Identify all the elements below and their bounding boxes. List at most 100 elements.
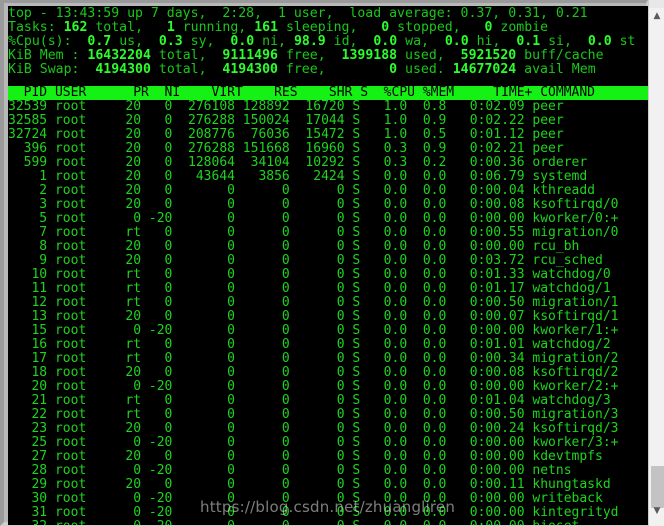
- cpu-hi-label: hi,: [468, 34, 501, 49]
- table-row-text: 32539 root 20 0 276108 128892 16720 S 1.…: [8, 99, 564, 114]
- tasks-running: 1: [166, 20, 175, 35]
- swap-avail: 14677024: [452, 62, 517, 77]
- tasks-sleeping-label: sleeping,: [278, 20, 358, 35]
- table-row[interactable]: 18 root 20 0 0 0 0 S 0.0 0.0 0:00.08 kso…: [8, 366, 618, 380]
- tasks-total: 162: [63, 20, 88, 35]
- table-row[interactable]: 396 root 20 0 276288 151668 16960 S 0.3 …: [8, 142, 564, 156]
- sp9: [357, 34, 373, 49]
- table-row[interactable]: 20 root 0 -20 0 0 0 S 0.0 0.0 0:00.00 kw…: [8, 380, 618, 394]
- table-row-text: 22 root rt 0 0 0 0 S 0.0 0.0 0:00.50 mig…: [8, 407, 619, 422]
- table-row-text: 10 root rt 0 0 0 0 S 0.0 0.0 0:01.33 wat…: [8, 267, 611, 282]
- tasks-total-label: total,: [87, 20, 143, 35]
- tasks-running-label: running,: [174, 20, 247, 35]
- sp3: [357, 20, 381, 35]
- vertical-scrollbar[interactable]: ▲ ▼: [648, 0, 664, 526]
- table-row-text: 20 root 0 -20 0 0 0 S 0.0 0.0 0:00.00 kw…: [8, 379, 619, 394]
- sp11: [500, 34, 516, 49]
- table-row[interactable]: 2 root 20 0 0 0 0 S 0.0 0.0 0:00.04 kthr…: [8, 184, 595, 198]
- swap-used-label: used.: [397, 62, 445, 77]
- table-row[interactable]: 32539 root 20 0 276108 128892 16720 S 1.…: [8, 100, 564, 114]
- table-row[interactable]: 8 root 20 0 0 0 0 S 0.0 0.0 0:00.00 rcu_…: [8, 240, 579, 254]
- table-row[interactable]: 5 root 0 -20 0 0 0 S 0.0 0.0 0:00.00 kwo…: [8, 212, 618, 226]
- sp2: [246, 20, 254, 35]
- terminal-output-area[interactable]: top - 13:43:59 up 7 days, 2:28, 1 user, …: [8, 6, 648, 525]
- swap-label: KiB Swap:: [8, 62, 80, 77]
- table-row[interactable]: 30 root 0 -20 0 0 0 S 0.0 0.0 0:00.00 wr…: [8, 491, 603, 506]
- mem-free-label: free,: [278, 48, 326, 63]
- table-row[interactable]: 27 root 20 0 0 0 0 S 0.0 0.0 0:00.00 kde…: [8, 449, 603, 464]
- sp4: [461, 20, 485, 35]
- terminal-window-frame: top - 13:43:59 up 7 days, 2:28, 1 user, …: [0, 0, 648, 526]
- table-row[interactable]: 32585 root 20 0 276288 150024 17044 S 1.…: [8, 114, 564, 128]
- mem-used: 1399188: [341, 48, 398, 63]
- top-summary-line-swap: KiB Swap: 4194300 total, 4194300 free, 0…: [8, 63, 596, 77]
- table-row[interactable]: 25 root 0 -20 0 0 0 S 0.0 0.0 0:00.00 kw…: [8, 436, 618, 450]
- table-row-text: 30 root 0 -20 0 0 0 S 0.0 0.0 0:00.00 wr…: [8, 491, 603, 506]
- scrollbar-thumb[interactable]: [651, 466, 664, 508]
- table-row[interactable]: 31 root 0 -20 0 0 0 S 0.0 0.0 0:00.00 ki…: [8, 506, 618, 520]
- cpu-si: 0.1: [516, 34, 541, 49]
- table-row[interactable]: 599 root 20 0 128064 34104 10292 S 0.3 0…: [8, 156, 588, 170]
- tasks-stopped-label: stopped,: [389, 20, 461, 35]
- process-table-header[interactable]: PID USER PR NI VIRT RES SHR S %CPU %MEM …: [8, 86, 648, 100]
- mem-buff-label: buff/cache: [516, 48, 604, 63]
- sp7: [215, 34, 231, 49]
- table-row-text: 17 root rt 0 0 0 0 S 0.0 0.0 0:00.34 mig…: [8, 351, 619, 366]
- table-row-text: 32 root 0 -20 0 0 0 S 0.0 0.0 0:00.00 bi…: [8, 519, 579, 526]
- swap-free: 4194300: [222, 62, 278, 77]
- sp19: [326, 62, 390, 77]
- table-row-text: 21 root rt 0 0 0 0 S 0.0 0.0 0:01.04 wat…: [8, 393, 611, 408]
- table-row[interactable]: 21 root rt 0 0 0 0 S 0.0 0.0 0:01.04 wat…: [8, 393, 611, 408]
- swap-free-label: free,: [277, 62, 326, 77]
- table-row-text: 13 root 20 0 0 0 0 S 0.0 0.0 0:00.07 kso…: [8, 309, 619, 324]
- cpu-us-label: us,: [111, 34, 144, 49]
- mem-label: KiB Mem :: [8, 48, 80, 63]
- table-row[interactable]: 28 root 0 -20 0 0 0 S 0.0 0.0 0:00.00 ne…: [8, 464, 571, 478]
- table-row[interactable]: 7 root rt 0 0 0 0 S 0.0 0.0 0:00.55 migr…: [8, 226, 618, 240]
- table-row[interactable]: 29 root 20 0 0 0 0 S 0.0 0.0 0:00.11 khu…: [8, 477, 611, 492]
- top-summary-line-cpu: %Cpu(s): 0.7 us, 0.3 sy, 0.0 ni, 98.9 id…: [8, 35, 635, 49]
- table-row-text: 25 root 0 -20 0 0 0 S 0.0 0.0 0:00.00 kw…: [8, 435, 619, 450]
- top-summary-line-uptime: top - 13:43:59 up 7 days, 2:28, 1 user, …: [8, 7, 588, 21]
- mem-total: 16432204: [87, 48, 151, 63]
- table-row-text: 3 root 20 0 0 0 0 S 0.0 0.0 0:00.08 ksof…: [8, 197, 619, 212]
- table-row[interactable]: 1 root 20 0 43644 3856 2424 S 0.0 0.0 0:…: [8, 170, 587, 184]
- table-row-text: 1 root 20 0 43644 3856 2424 S 0.0 0.0 0:…: [8, 169, 588, 184]
- table-row[interactable]: 16 root rt 0 0 0 0 S 0.0 0.0 0:01.01 wat…: [8, 337, 611, 352]
- table-row-text: 15 root 0 -20 0 0 0 S 0.0 0.0 0:00.00 kw…: [8, 323, 619, 338]
- tasks-label: Tasks:: [8, 20, 56, 35]
- table-row-text: 29 root 20 0 0 0 0 S 0.0 0.0 0:00.11 khu…: [8, 477, 611, 492]
- table-row-text: 7 root rt 0 0 0 0 S 0.0 0.0 0:00.55 migr…: [8, 225, 619, 240]
- table-row[interactable]: 17 root rt 0 0 0 0 S 0.0 0.0 0:00.34 mig…: [8, 352, 618, 366]
- table-row[interactable]: 11 root rt 0 0 0 0 S 0.0 0.0 0:01.17 wat…: [8, 282, 610, 296]
- table-row[interactable]: 12 root rt 0 0 0 0 S 0.0 0.0 0:00.50 mig…: [8, 296, 618, 310]
- table-row[interactable]: 15 root 0 -20 0 0 0 S 0.0 0.0 0:00.00 kw…: [8, 324, 618, 338]
- table-row-text: 16 root rt 0 0 0 0 S 0.0 0.0 0:01.01 wat…: [8, 337, 611, 352]
- table-row[interactable]: 3 root 20 0 0 0 0 S 0.0 0.0 0:00.08 ksof…: [8, 198, 618, 212]
- table-row-text: 2 root 20 0 0 0 0 S 0.0 0.0 0:00.04 kthr…: [8, 183, 595, 198]
- sp1: [143, 20, 167, 35]
- scroll-down-arrow-icon[interactable]: ▼: [649, 503, 664, 520]
- table-row[interactable]: 9 root 20 0 0 0 0 S 0.0 0.0 0:03.72 rcu_…: [8, 254, 603, 268]
- sp6: [143, 34, 159, 49]
- cpu-st-label: st: [611, 34, 636, 49]
- table-row[interactable]: 22 root rt 0 0 0 0 S 0.0 0.0 0:00.50 mig…: [8, 408, 618, 422]
- table-row[interactable]: 13 root 20 0 0 0 0 S 0.0 0.0 0:00.07 kso…: [8, 310, 618, 324]
- swap-total-label: total,: [150, 62, 207, 77]
- table-row[interactable]: 32 root 0 -20 0 0 0 S 0.0 0.0 0:00.00 bi…: [8, 519, 579, 526]
- mem-free: 9111496: [222, 48, 278, 63]
- tasks-total-value: [56, 20, 64, 35]
- table-row-text: 27 root 20 0 0 0 0 S 0.0 0.0 0:00.00 kde…: [8, 449, 603, 464]
- scroll-up-arrow-icon[interactable]: ▲: [649, 8, 664, 25]
- table-row[interactable]: 32724 root 20 0 208776 76036 15472 S 1.0…: [8, 128, 564, 142]
- sp10: [429, 34, 445, 49]
- table-row-text: 5 root 0 -20 0 0 0 S 0.0 0.0 0:00.00 kwo…: [8, 211, 619, 226]
- scrollbar-track-top[interactable]: [649, 0, 664, 8]
- table-row-text: 23 root 20 0 0 0 0 S 0.0 0.0 0:00.24 kso…: [8, 421, 619, 436]
- table-row[interactable]: 23 root 20 0 0 0 0 S 0.0 0.0 0:00.24 kso…: [8, 422, 618, 436]
- table-row[interactable]: 10 root rt 0 0 0 0 S 0.0 0.0 0:01.33 wat…: [8, 267, 611, 282]
- swap-avail-label: avail Mem: [516, 62, 596, 77]
- top-summary-line-mem: KiB Mem : 16432204 total, 9111496 free, …: [8, 49, 604, 63]
- cpu-id: 98.9: [293, 34, 326, 49]
- cpu-sy: 0.3: [158, 34, 183, 49]
